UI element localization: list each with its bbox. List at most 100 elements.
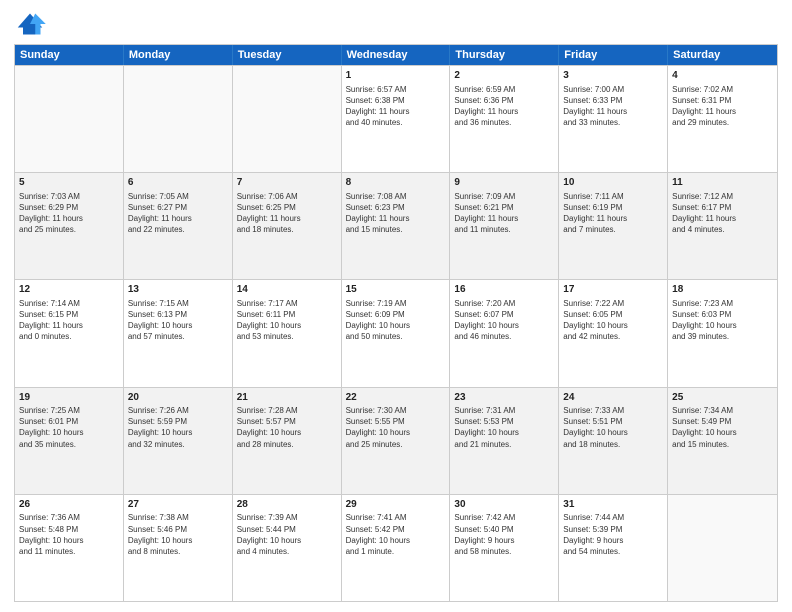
day-number: 9 (454, 176, 554, 190)
weekday-header-thursday: Thursday (450, 45, 559, 65)
calendar-cell-4-2: 28Sunrise: 7:39 AM Sunset: 5:44 PM Dayli… (233, 495, 342, 601)
day-info: Sunrise: 7:28 AM Sunset: 5:57 PM Dayligh… (237, 405, 337, 450)
day-info: Sunrise: 7:30 AM Sunset: 5:55 PM Dayligh… (346, 405, 446, 450)
logo-icon (14, 10, 46, 38)
day-info: Sunrise: 7:44 AM Sunset: 5:39 PM Dayligh… (563, 512, 663, 557)
calendar-cell-1-2: 7Sunrise: 7:06 AM Sunset: 6:25 PM Daylig… (233, 173, 342, 279)
calendar-cell-2-5: 17Sunrise: 7:22 AM Sunset: 6:05 PM Dayli… (559, 280, 668, 386)
day-info: Sunrise: 7:34 AM Sunset: 5:49 PM Dayligh… (672, 405, 773, 450)
calendar-cell-2-6: 18Sunrise: 7:23 AM Sunset: 6:03 PM Dayli… (668, 280, 777, 386)
day-number: 19 (19, 391, 119, 405)
weekday-header-friday: Friday (559, 45, 668, 65)
day-info: Sunrise: 7:20 AM Sunset: 6:07 PM Dayligh… (454, 298, 554, 343)
day-info: Sunrise: 7:12 AM Sunset: 6:17 PM Dayligh… (672, 191, 773, 236)
calendar-cell-1-1: 6Sunrise: 7:05 AM Sunset: 6:27 PM Daylig… (124, 173, 233, 279)
calendar-cell-4-4: 30Sunrise: 7:42 AM Sunset: 5:40 PM Dayli… (450, 495, 559, 601)
calendar-cell-1-5: 10Sunrise: 7:11 AM Sunset: 6:19 PM Dayli… (559, 173, 668, 279)
day-number: 4 (672, 69, 773, 83)
day-number: 20 (128, 391, 228, 405)
calendar-cell-0-5: 3Sunrise: 7:00 AM Sunset: 6:33 PM Daylig… (559, 66, 668, 172)
calendar-row-3: 19Sunrise: 7:25 AM Sunset: 6:01 PM Dayli… (15, 387, 777, 494)
day-number: 8 (346, 176, 446, 190)
day-info: Sunrise: 7:33 AM Sunset: 5:51 PM Dayligh… (563, 405, 663, 450)
calendar-cell-3-2: 21Sunrise: 7:28 AM Sunset: 5:57 PM Dayli… (233, 388, 342, 494)
calendar-cell-3-0: 19Sunrise: 7:25 AM Sunset: 6:01 PM Dayli… (15, 388, 124, 494)
day-number: 16 (454, 283, 554, 297)
calendar-cell-1-4: 9Sunrise: 7:09 AM Sunset: 6:21 PM Daylig… (450, 173, 559, 279)
day-number: 31 (563, 498, 663, 512)
day-info: Sunrise: 7:36 AM Sunset: 5:48 PM Dayligh… (19, 512, 119, 557)
calendar-body: 1Sunrise: 6:57 AM Sunset: 6:38 PM Daylig… (15, 65, 777, 601)
day-info: Sunrise: 7:19 AM Sunset: 6:09 PM Dayligh… (346, 298, 446, 343)
day-number: 21 (237, 391, 337, 405)
day-number: 29 (346, 498, 446, 512)
day-number: 30 (454, 498, 554, 512)
calendar-cell-0-6: 4Sunrise: 7:02 AM Sunset: 6:31 PM Daylig… (668, 66, 777, 172)
calendar-cell-2-2: 14Sunrise: 7:17 AM Sunset: 6:11 PM Dayli… (233, 280, 342, 386)
calendar-row-1: 5Sunrise: 7:03 AM Sunset: 6:29 PM Daylig… (15, 172, 777, 279)
day-number: 27 (128, 498, 228, 512)
calendar-row-2: 12Sunrise: 7:14 AM Sunset: 6:15 PM Dayli… (15, 279, 777, 386)
calendar: SundayMondayTuesdayWednesdayThursdayFrid… (14, 44, 778, 602)
day-info: Sunrise: 7:05 AM Sunset: 6:27 PM Dayligh… (128, 191, 228, 236)
day-number: 7 (237, 176, 337, 190)
calendar-cell-1-0: 5Sunrise: 7:03 AM Sunset: 6:29 PM Daylig… (15, 173, 124, 279)
day-number: 2 (454, 69, 554, 83)
weekday-header-monday: Monday (124, 45, 233, 65)
logo (14, 10, 50, 38)
calendar-cell-3-6: 25Sunrise: 7:34 AM Sunset: 5:49 PM Dayli… (668, 388, 777, 494)
day-info: Sunrise: 6:57 AM Sunset: 6:38 PM Dayligh… (346, 84, 446, 129)
day-number: 17 (563, 283, 663, 297)
day-info: Sunrise: 7:06 AM Sunset: 6:25 PM Dayligh… (237, 191, 337, 236)
calendar-cell-4-5: 31Sunrise: 7:44 AM Sunset: 5:39 PM Dayli… (559, 495, 668, 601)
day-info: Sunrise: 7:08 AM Sunset: 6:23 PM Dayligh… (346, 191, 446, 236)
day-number: 6 (128, 176, 228, 190)
header (14, 10, 778, 38)
day-info: Sunrise: 7:39 AM Sunset: 5:44 PM Dayligh… (237, 512, 337, 557)
calendar-cell-0-1 (124, 66, 233, 172)
day-info: Sunrise: 7:31 AM Sunset: 5:53 PM Dayligh… (454, 405, 554, 450)
page: SundayMondayTuesdayWednesdayThursdayFrid… (0, 0, 792, 612)
calendar-cell-4-6 (668, 495, 777, 601)
weekday-header-wednesday: Wednesday (342, 45, 451, 65)
calendar-cell-2-4: 16Sunrise: 7:20 AM Sunset: 6:07 PM Dayli… (450, 280, 559, 386)
calendar-row-0: 1Sunrise: 6:57 AM Sunset: 6:38 PM Daylig… (15, 65, 777, 172)
day-number: 1 (346, 69, 446, 83)
calendar-header: SundayMondayTuesdayWednesdayThursdayFrid… (15, 45, 777, 65)
calendar-cell-3-3: 22Sunrise: 7:30 AM Sunset: 5:55 PM Dayli… (342, 388, 451, 494)
day-number: 23 (454, 391, 554, 405)
calendar-cell-2-3: 15Sunrise: 7:19 AM Sunset: 6:09 PM Dayli… (342, 280, 451, 386)
day-number: 26 (19, 498, 119, 512)
day-info: Sunrise: 7:25 AM Sunset: 6:01 PM Dayligh… (19, 405, 119, 450)
weekday-header-tuesday: Tuesday (233, 45, 342, 65)
day-number: 13 (128, 283, 228, 297)
calendar-cell-1-3: 8Sunrise: 7:08 AM Sunset: 6:23 PM Daylig… (342, 173, 451, 279)
calendar-cell-3-4: 23Sunrise: 7:31 AM Sunset: 5:53 PM Dayli… (450, 388, 559, 494)
day-number: 28 (237, 498, 337, 512)
day-number: 14 (237, 283, 337, 297)
day-number: 5 (19, 176, 119, 190)
calendar-cell-2-0: 12Sunrise: 7:14 AM Sunset: 6:15 PM Dayli… (15, 280, 124, 386)
day-info: Sunrise: 7:23 AM Sunset: 6:03 PM Dayligh… (672, 298, 773, 343)
day-info: Sunrise: 7:14 AM Sunset: 6:15 PM Dayligh… (19, 298, 119, 343)
day-info: Sunrise: 7:26 AM Sunset: 5:59 PM Dayligh… (128, 405, 228, 450)
weekday-header-saturday: Saturday (668, 45, 777, 65)
calendar-cell-0-0 (15, 66, 124, 172)
calendar-row-4: 26Sunrise: 7:36 AM Sunset: 5:48 PM Dayli… (15, 494, 777, 601)
calendar-cell-3-1: 20Sunrise: 7:26 AM Sunset: 5:59 PM Dayli… (124, 388, 233, 494)
calendar-cell-4-1: 27Sunrise: 7:38 AM Sunset: 5:46 PM Dayli… (124, 495, 233, 601)
day-info: Sunrise: 7:15 AM Sunset: 6:13 PM Dayligh… (128, 298, 228, 343)
day-info: Sunrise: 7:22 AM Sunset: 6:05 PM Dayligh… (563, 298, 663, 343)
calendar-cell-4-3: 29Sunrise: 7:41 AM Sunset: 5:42 PM Dayli… (342, 495, 451, 601)
day-info: Sunrise: 7:03 AM Sunset: 6:29 PM Dayligh… (19, 191, 119, 236)
calendar-cell-0-3: 1Sunrise: 6:57 AM Sunset: 6:38 PM Daylig… (342, 66, 451, 172)
day-info: Sunrise: 7:42 AM Sunset: 5:40 PM Dayligh… (454, 512, 554, 557)
day-number: 24 (563, 391, 663, 405)
day-number: 3 (563, 69, 663, 83)
weekday-header-sunday: Sunday (15, 45, 124, 65)
day-info: Sunrise: 7:02 AM Sunset: 6:31 PM Dayligh… (672, 84, 773, 129)
day-number: 18 (672, 283, 773, 297)
day-number: 10 (563, 176, 663, 190)
day-info: Sunrise: 7:11 AM Sunset: 6:19 PM Dayligh… (563, 191, 663, 236)
calendar-cell-1-6: 11Sunrise: 7:12 AM Sunset: 6:17 PM Dayli… (668, 173, 777, 279)
